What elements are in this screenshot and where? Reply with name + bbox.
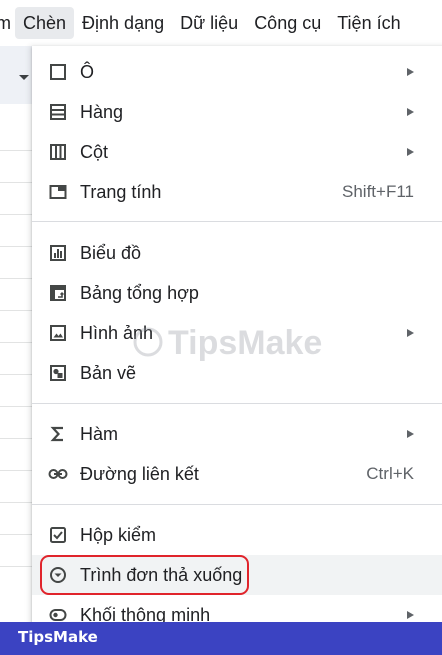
menu-item-label: Bảng tổng hợp bbox=[80, 283, 199, 303]
menu-item-function[interactable]: Hàm bbox=[32, 414, 442, 454]
grid-line bbox=[0, 246, 34, 247]
grid-line bbox=[0, 150, 34, 151]
menu-item-sheet[interactable]: Trang tính Shift+F11 bbox=[32, 172, 442, 212]
grid-line bbox=[0, 310, 34, 311]
grid-line bbox=[0, 182, 34, 183]
checkbox-icon bbox=[48, 525, 68, 545]
app-window: m Chèn Định dạng Dữ liệu Công cụ Tiện íc… bbox=[0, 0, 442, 622]
menu-data[interactable]: Dữ liệu bbox=[172, 7, 246, 39]
menu-item-rows[interactable]: Hàng bbox=[32, 92, 442, 132]
sigma-icon bbox=[48, 424, 68, 444]
menu-view-partial[interactable]: m bbox=[0, 7, 15, 39]
footer-brand-logo: TipsMake bbox=[18, 628, 98, 646]
menu-item-label: Hàm bbox=[80, 424, 119, 444]
menu-item-smart-chips[interactable]: Khối thông minh bbox=[32, 595, 442, 622]
columns-icon bbox=[48, 142, 68, 162]
menu-item-label: Bản vẽ bbox=[80, 363, 137, 383]
grid-line bbox=[0, 278, 34, 279]
insert-menu-dropdown: Ô Hàng Cột Trang tính Shift+F11 Biểu đồ … bbox=[32, 46, 442, 622]
menu-item-label: Ô bbox=[80, 62, 95, 82]
submenu-arrow-icon bbox=[407, 329, 414, 337]
menu-item-cells[interactable]: Ô bbox=[32, 52, 442, 92]
spreadsheet-edge bbox=[0, 46, 34, 622]
footer-bar: TipsMake bbox=[0, 622, 442, 655]
menu-item-label: Cột bbox=[80, 142, 109, 162]
sheet-tab-icon bbox=[48, 182, 68, 202]
image-icon bbox=[48, 323, 68, 343]
keyboard-shortcut: Shift+F11 bbox=[342, 182, 414, 201]
submenu-arrow-icon bbox=[407, 68, 414, 76]
grid-line bbox=[0, 342, 34, 343]
menu-divider bbox=[32, 221, 442, 222]
menu-item-link[interactable]: Đường liên kết Ctrl+K bbox=[32, 454, 442, 494]
menu-item-image[interactable]: Hình ảnh bbox=[32, 313, 442, 353]
menu-item-label: Hộp kiểm bbox=[80, 525, 157, 545]
grid-line bbox=[0, 534, 34, 535]
submenu-arrow-icon bbox=[407, 611, 414, 619]
menu-item-label: Biểu đồ bbox=[80, 243, 142, 263]
square-icon bbox=[48, 62, 68, 82]
menu-item-label: Trang tính bbox=[80, 182, 162, 202]
smart-chip-icon bbox=[48, 605, 68, 622]
menu-item-label: Khối thông minh bbox=[80, 605, 211, 622]
menu-item-chart[interactable]: Biểu đồ bbox=[32, 233, 442, 273]
grid-line bbox=[0, 214, 34, 215]
toolbar-fragment bbox=[0, 46, 34, 104]
menu-divider bbox=[32, 403, 442, 404]
submenu-arrow-icon bbox=[407, 148, 414, 156]
menu-item-label: Hàng bbox=[80, 102, 124, 122]
menu-format[interactable]: Định dạng bbox=[74, 7, 172, 39]
rows-icon bbox=[48, 102, 68, 122]
menu-tools[interactable]: Công cụ bbox=[246, 7, 329, 39]
drawing-icon bbox=[48, 363, 68, 383]
menu-extensions[interactable]: Tiện ích bbox=[329, 7, 408, 39]
menu-item-label: Hình ảnh bbox=[80, 323, 154, 343]
grid-line bbox=[0, 406, 34, 407]
link-icon bbox=[48, 464, 68, 484]
keyboard-shortcut: Ctrl+K bbox=[366, 464, 414, 483]
menu-item-columns[interactable]: Cột bbox=[32, 132, 442, 172]
grid-line bbox=[0, 502, 34, 503]
menu-item-pivot-table[interactable]: Bảng tổng hợp bbox=[32, 273, 442, 313]
chart-icon bbox=[48, 243, 68, 263]
grid-line bbox=[0, 374, 34, 375]
menu-item-checkbox[interactable]: Hộp kiểm bbox=[32, 515, 442, 555]
menubar: m Chèn Định dạng Dữ liệu Công cụ Tiện íc… bbox=[0, 0, 442, 46]
menu-item-label: Đường liên kết bbox=[80, 464, 199, 484]
submenu-arrow-icon bbox=[407, 430, 414, 438]
grid-line bbox=[0, 566, 34, 567]
menu-divider bbox=[32, 504, 442, 505]
toolbar-dropdown-caret-icon[interactable] bbox=[19, 75, 29, 80]
submenu-arrow-icon bbox=[407, 108, 414, 116]
highlight-annotation bbox=[40, 555, 249, 595]
grid-line bbox=[0, 438, 34, 439]
menu-insert[interactable]: Chèn bbox=[15, 7, 75, 39]
pivot-table-icon bbox=[48, 283, 68, 303]
menu-item-drawing[interactable]: Bản vẽ bbox=[32, 353, 442, 393]
grid-line bbox=[0, 470, 34, 471]
